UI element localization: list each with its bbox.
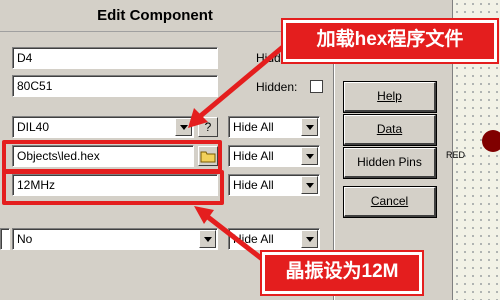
chevron-down-icon[interactable]	[301, 147, 318, 165]
clock-highlight	[2, 170, 224, 205]
cancel-button[interactable]: Cancel	[343, 186, 437, 218]
help-button[interactable]: Help	[343, 81, 437, 113]
advanced-property-select[interactable]	[0, 228, 10, 250]
hidden-label-reference: Hidd	[256, 51, 281, 65]
chevron-down-icon[interactable]	[301, 230, 318, 248]
pcb-package-value: DIL40	[17, 120, 50, 134]
hidden-value-checkbox[interactable]	[310, 80, 323, 93]
chevron-down-icon[interactable]	[301, 176, 318, 194]
data-button[interactable]: Data	[343, 114, 437, 146]
schematic-label: RED	[446, 150, 466, 160]
crystal-callout: 晶振设为12M	[260, 250, 424, 296]
visibility-value: Hide All	[233, 120, 274, 134]
chevron-down-icon[interactable]	[199, 230, 216, 248]
visibility-value: Hide All	[233, 178, 274, 192]
visibility-value: Hide All	[233, 149, 274, 163]
package-help-button[interactable]: ?	[198, 117, 218, 137]
hidden-pins-button-label: Hidden Pins	[357, 155, 422, 169]
chevron-down-icon[interactable]	[175, 118, 192, 136]
advanced-visibility-select[interactable]: Hide All	[228, 228, 320, 250]
cancel-button-label: Cancel	[370, 194, 409, 208]
program-file-visibility-select[interactable]: Hide All	[228, 145, 320, 167]
part-value-input[interactable]: 80C51	[12, 75, 218, 97]
clock-visibility-select[interactable]: Hide All	[228, 174, 320, 196]
hidden-pins-button[interactable]: Hidden Pins	[343, 147, 437, 179]
pcb-package-visibility-select[interactable]: Hide All	[228, 116, 320, 138]
advanced-value-select[interactable]: No	[12, 228, 218, 250]
schematic-component-icon	[482, 130, 500, 152]
data-button-label: Data	[376, 122, 403, 136]
hidden-label-value: Hidden:	[256, 80, 298, 94]
pcb-package-select[interactable]: DIL40	[12, 116, 194, 138]
chevron-down-icon[interactable]	[301, 118, 318, 136]
help-button-label: Help	[377, 89, 402, 103]
visibility-value: Hide All	[233, 232, 274, 246]
load-hex-callout: 加载hex程序文件	[281, 18, 499, 64]
advanced-value: No	[17, 232, 33, 246]
dialog-title: Edit Component	[97, 7, 213, 24]
part-reference-input[interactable]: D4	[12, 47, 218, 69]
program-file-highlight	[2, 140, 222, 173]
